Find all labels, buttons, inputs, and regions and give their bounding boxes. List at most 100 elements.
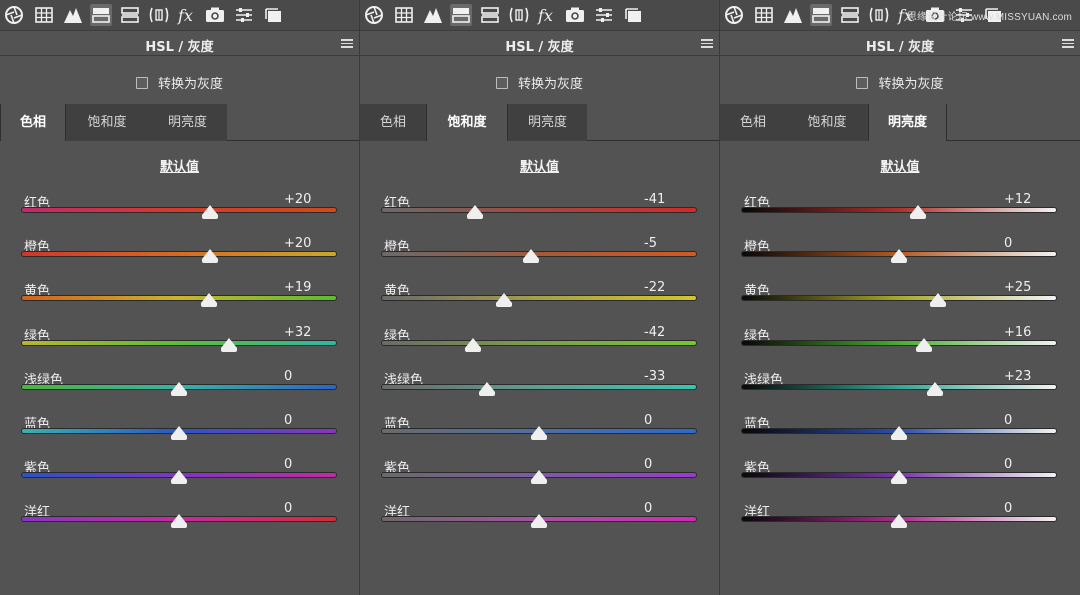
camera-icon[interactable] xyxy=(204,4,226,26)
slider-thumb[interactable] xyxy=(909,205,926,219)
split-tone-icon[interactable] xyxy=(119,4,141,26)
slider-thumb[interactable] xyxy=(479,381,496,396)
tab-hue[interactable]: 色相 xyxy=(0,104,66,141)
tab-saturation[interactable]: 饱和度 xyxy=(786,104,868,141)
slider-thumb[interactable] xyxy=(930,293,947,308)
panel-toolbar: fx 思缘设计论坛 www.MISSYUAN.com xyxy=(720,0,1080,30)
hsl-slider-row: 浅绿色 -33 xyxy=(360,369,719,413)
tab-saturation[interactable]: 饱和度 xyxy=(426,104,508,141)
detail-icon[interactable] xyxy=(508,4,530,26)
presets-icon[interactable] xyxy=(262,4,284,26)
slider-track[interactable] xyxy=(742,296,1056,301)
hsl-panel-icon[interactable] xyxy=(450,4,472,26)
tab-saturation[interactable]: 饱和度 xyxy=(66,104,148,141)
slider-thumb[interactable] xyxy=(465,337,482,352)
panel-title: HSL / 灰度 xyxy=(505,40,574,55)
default-values-link[interactable]: 默认值 xyxy=(720,156,1080,175)
slider-value-field[interactable]: +32 xyxy=(278,325,334,343)
fx-icon[interactable]: fx xyxy=(176,4,198,26)
tab-luminance[interactable]: 明亮度 xyxy=(868,104,947,141)
grid-icon[interactable] xyxy=(33,4,55,26)
slider-thumb[interactable] xyxy=(891,249,907,264)
sliders-icon[interactable] xyxy=(593,4,615,26)
slider-track[interactable] xyxy=(742,384,1056,389)
slider-thumb[interactable] xyxy=(221,337,238,352)
aperture-icon[interactable] xyxy=(363,4,385,26)
slider-value-field[interactable]: +16 xyxy=(998,325,1054,343)
slider-thumb[interactable] xyxy=(531,470,547,485)
panel-title: HSL / 灰度 xyxy=(865,40,935,55)
slider-thumb[interactable] xyxy=(891,514,907,529)
slider-thumb[interactable] xyxy=(171,381,187,396)
convert-grayscale-checkbox[interactable] xyxy=(856,76,869,89)
slider-track[interactable] xyxy=(382,296,696,301)
panel-menu-icon[interactable] xyxy=(1062,39,1074,48)
grid-icon[interactable] xyxy=(393,4,415,26)
hsl-slider-row: 红色 -41 xyxy=(360,192,719,236)
convert-grayscale-checkbox[interactable] xyxy=(135,76,148,89)
fx-icon[interactable]: fx xyxy=(536,4,558,26)
slider-track[interactable] xyxy=(382,340,696,345)
detail-icon[interactable] xyxy=(148,4,170,26)
slider-track[interactable] xyxy=(382,208,696,212)
slider-thumb[interactable] xyxy=(891,426,907,440)
slider-thumb[interactable] xyxy=(891,470,907,485)
convert-grayscale-row[interactable]: 转换为灰度 xyxy=(0,72,359,92)
slider-track[interactable] xyxy=(742,340,1056,345)
slider-track[interactable] xyxy=(22,296,336,301)
tab-luminance[interactable]: 明亮度 xyxy=(508,104,587,141)
presets-icon[interactable] xyxy=(622,4,644,26)
hsl-slider-row: 红色 +12 xyxy=(720,192,1080,236)
slider-thumb[interactable] xyxy=(496,293,513,308)
convert-grayscale-row[interactable]: 转换为灰度 xyxy=(720,72,1080,92)
slider-thumb[interactable] xyxy=(171,470,187,485)
slider-value-field[interactable]: -42 xyxy=(638,325,694,343)
slider-thumb[interactable] xyxy=(916,337,933,352)
detail-icon[interactable] xyxy=(868,4,890,26)
slider-track[interactable] xyxy=(382,384,696,389)
convert-grayscale-row[interactable]: 转换为灰度 xyxy=(360,72,719,92)
slider-thumb[interactable] xyxy=(531,514,547,529)
tab-hue[interactable]: 色相 xyxy=(720,104,786,141)
slider-thumb[interactable] xyxy=(202,249,219,264)
slider-track[interactable] xyxy=(22,340,336,345)
slider-thumb[interactable] xyxy=(171,514,187,529)
slider-thumb[interactable] xyxy=(523,249,540,264)
aperture-icon[interactable] xyxy=(3,4,25,26)
slider-thumb[interactable] xyxy=(202,205,219,219)
tab-luminance[interactable]: 明亮度 xyxy=(148,104,227,141)
mountain-icon[interactable] xyxy=(782,4,804,26)
hsl-slider-row: 红色 +20 xyxy=(0,192,359,236)
tab-hue[interactable]: 色相 xyxy=(360,104,426,141)
slider-track[interactable] xyxy=(22,252,336,257)
split-tone-icon[interactable] xyxy=(479,4,501,26)
default-values-link[interactable]: 默认值 xyxy=(0,156,359,175)
slider-thumb[interactable] xyxy=(200,293,217,308)
hsl-panel-icon[interactable] xyxy=(90,4,112,26)
hsl-slider-row: 浅绿色 +23 xyxy=(720,369,1080,413)
convert-grayscale-checkbox[interactable] xyxy=(495,76,508,89)
panel-toolbar: fx xyxy=(0,0,359,30)
slider-thumb[interactable] xyxy=(927,381,944,396)
slider-track[interactable] xyxy=(742,208,1056,212)
hsl-slider-row: 绿色 -42 xyxy=(360,325,719,369)
panel-header: HSL / 灰度 xyxy=(0,30,359,56)
sliders-icon[interactable] xyxy=(233,4,255,26)
hsl-slider-row: 紫色 0 xyxy=(0,457,359,501)
split-tone-icon[interactable] xyxy=(839,4,861,26)
slider-thumb[interactable] xyxy=(171,426,187,440)
hsl-slider-row: 橙色 -5 xyxy=(360,236,719,280)
camera-icon[interactable] xyxy=(564,4,586,26)
panel-menu-icon[interactable] xyxy=(341,39,353,48)
mountain-icon[interactable] xyxy=(62,4,84,26)
aperture-icon[interactable] xyxy=(723,4,745,26)
slider-thumb[interactable] xyxy=(466,205,483,219)
slider-thumb[interactable] xyxy=(531,426,547,440)
panel-menu-icon[interactable] xyxy=(701,39,713,48)
default-values-link[interactable]: 默认值 xyxy=(360,156,719,175)
mountain-icon[interactable] xyxy=(422,4,444,26)
hsl-panel-icon[interactable] xyxy=(810,4,832,26)
slider-track[interactable] xyxy=(22,208,336,212)
grid-icon[interactable] xyxy=(753,4,775,26)
hsl-panel-hue: fx HSL / 灰度 转换为灰度 色相 饱和度 明亮度 默认值 红色 +20 橙色 +20 黄色 +1… xyxy=(0,0,359,595)
